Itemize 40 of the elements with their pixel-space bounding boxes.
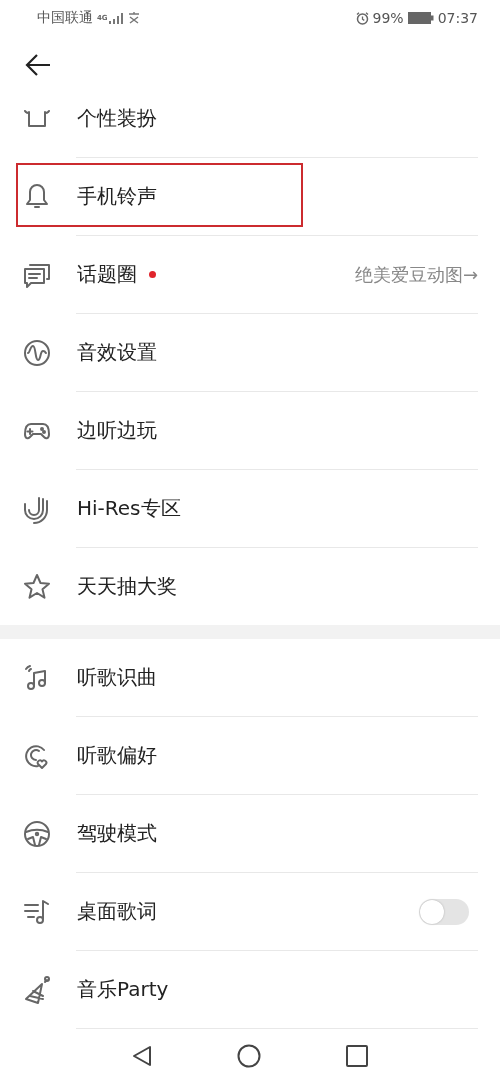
menu-item-label: 音效设置 — [77, 339, 157, 366]
item-detail: 绝美爱豆动图→ — [354, 262, 478, 287]
menu-item-label: 边听边玩 — [77, 417, 157, 444]
back-icon[interactable] — [132, 1045, 153, 1067]
star-icon — [22, 571, 52, 602]
toggle-switch[interactable] — [419, 898, 469, 925]
carrier-name: 中国联通 — [37, 9, 93, 27]
menu-item-label: 个性装扮 — [77, 105, 157, 132]
waveform-icon — [22, 337, 52, 368]
menu-item[interactable]: 个性装扮 — [0, 94, 500, 157]
menu-item[interactable]: 听歌偏好 — [0, 717, 500, 794]
menu-item[interactable]: 桌面歌词 — [0, 873, 500, 950]
menu-item[interactable]: 音乐Party — [0, 951, 500, 1028]
steering-wheel-icon — [22, 818, 52, 849]
menu-item-label: 听歌偏好 — [77, 742, 157, 769]
menu-item-label: Hi-Res专区 — [77, 495, 181, 522]
menu-item[interactable]: 边听边玩 — [0, 392, 500, 469]
menu-item[interactable]: 手机铃声 — [0, 158, 500, 235]
home-icon[interactable] — [237, 1044, 261, 1068]
menu-item[interactable]: 话题圈 绝美爱豆动图→ — [0, 236, 500, 313]
menu-item-label: 桌面歌词 — [77, 898, 157, 925]
menu-item-label: 天天抽大奖 — [77, 573, 177, 600]
notification-icon — [127, 12, 141, 24]
menu-item-label: 驾驶模式 — [77, 820, 157, 847]
menu-item[interactable]: 音效设置 — [0, 314, 500, 391]
menu-item-label: 听歌识曲 — [77, 664, 157, 691]
menu-item-label: 音乐Party — [77, 976, 169, 1003]
signal-icon — [109, 12, 123, 24]
alarm-icon — [355, 11, 369, 25]
battery-percent: 99% — [372, 10, 404, 26]
clock-time: 07:37 — [437, 10, 478, 26]
menu-item-label: 话题圈 — [77, 261, 137, 288]
menu-item[interactable]: 听歌识曲 — [0, 639, 500, 716]
battery-icon — [407, 12, 434, 24]
party-hat-icon — [22, 974, 52, 1005]
menu-item-label: 手机铃声 — [77, 183, 157, 210]
menu-item[interactable]: 天天抽大奖 — [0, 548, 500, 625]
recent-apps-icon[interactable] — [345, 1045, 368, 1067]
menu-item[interactable]: 驾驶模式 — [0, 795, 500, 872]
menu-item[interactable]: Hi-Res专区 — [0, 470, 500, 547]
